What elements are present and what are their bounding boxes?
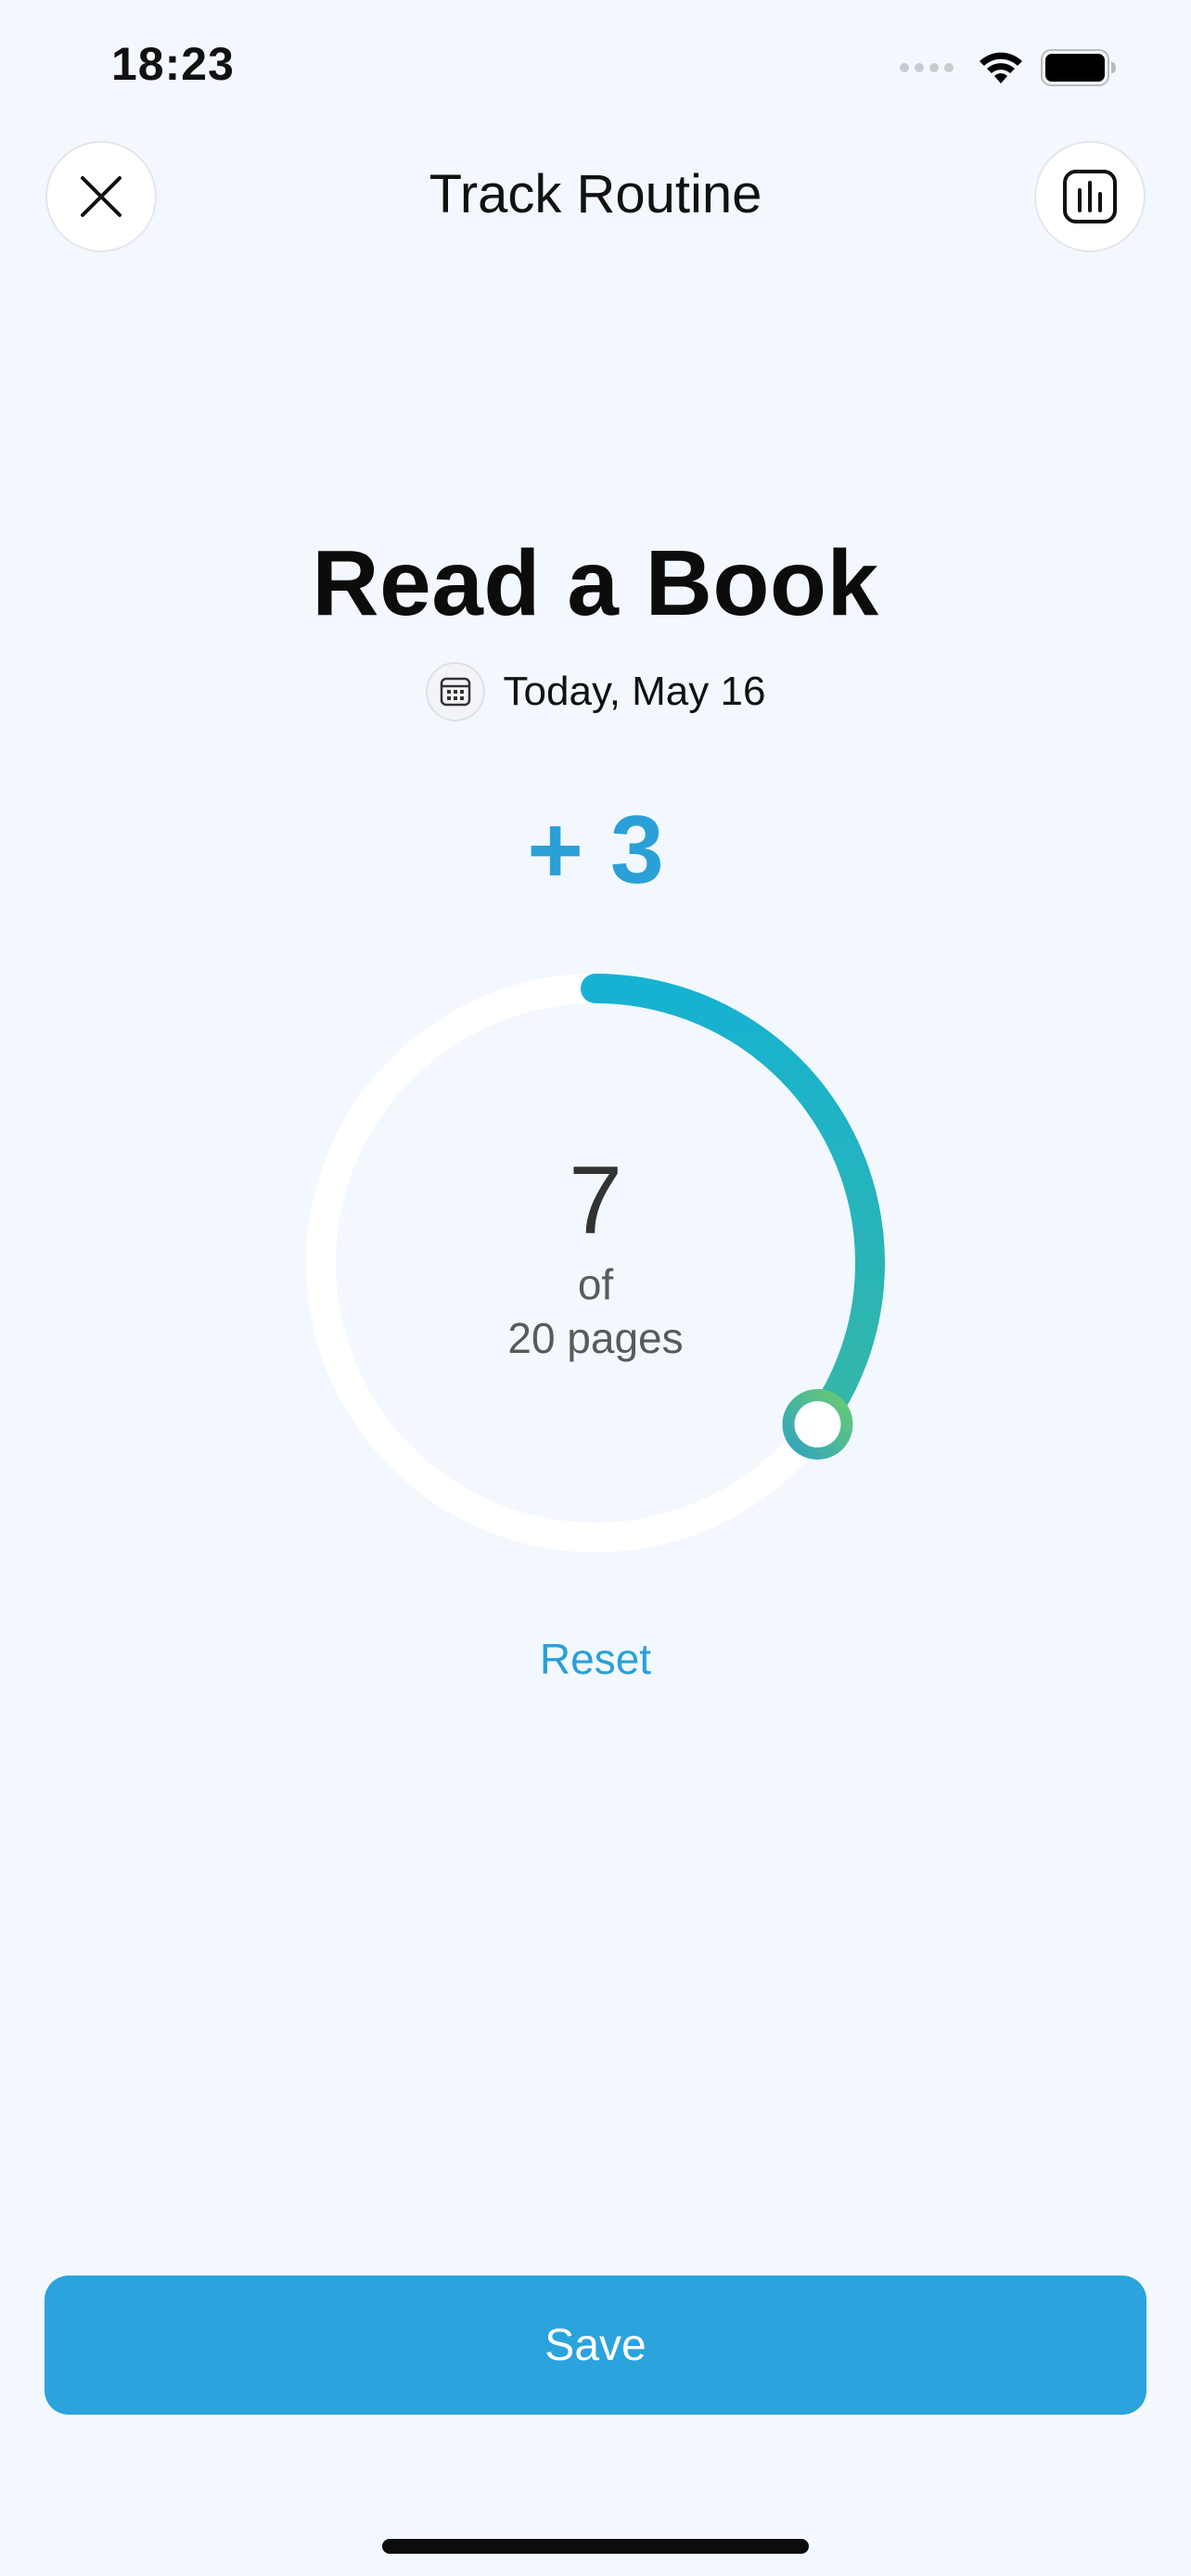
progress-value: 7 — [569, 1147, 622, 1255]
page-title: Track Routine — [429, 164, 762, 224]
reset-container: Reset — [0, 1634, 1191, 1684]
bar-chart-icon — [1063, 170, 1117, 223]
reset-button[interactable]: Reset — [540, 1635, 651, 1683]
wifi-icon — [980, 52, 1022, 83]
stats-button[interactable] — [1034, 141, 1146, 252]
progress-readout: 7 of 20 pages — [0, 1150, 1191, 1365]
progress-of-label: of — [577, 1260, 614, 1308]
home-indicator — [382, 2539, 809, 2554]
routine-title: Read a Book — [312, 531, 879, 635]
battery-icon — [1041, 49, 1116, 86]
status-icons — [900, 46, 1117, 89]
date-selector[interactable]: Today, May 16 — [0, 662, 1191, 721]
signal-dots-icon — [900, 63, 954, 72]
status-time: 18:23 — [111, 38, 235, 90]
save-button[interactable]: Save — [45, 2276, 1146, 2415]
increment-value: + 3 — [527, 797, 664, 904]
progress-knob[interactable] — [782, 1388, 853, 1460]
calendar-icon-button[interactable] — [425, 662, 485, 721]
progress-goal-label: 20 pages — [507, 1314, 684, 1362]
date-label: Today, May 16 — [503, 669, 766, 714]
calendar-icon — [440, 677, 470, 707]
